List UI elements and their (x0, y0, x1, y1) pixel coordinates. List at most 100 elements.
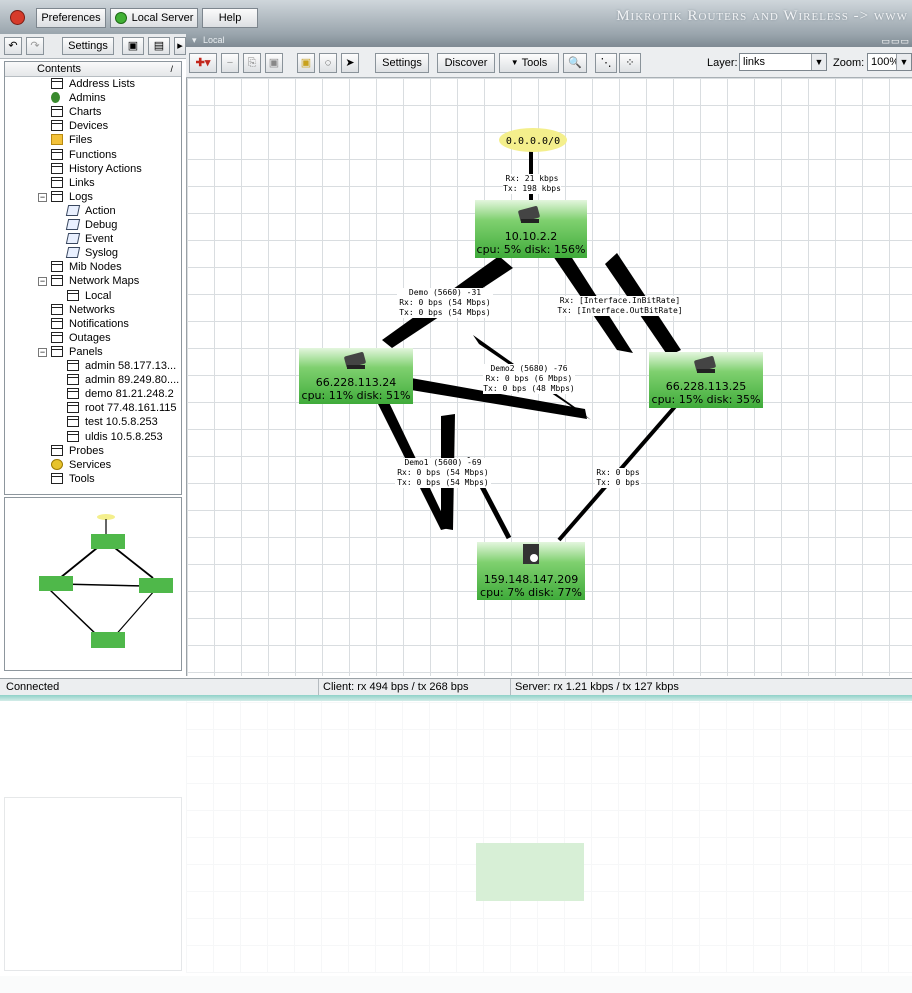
node-ip: 159.148.147.209 (484, 573, 578, 586)
tree-item-label: admin 58.177.13... (85, 360, 177, 372)
tree-item[interactable]: uldis 10.5.8.253 (5, 430, 181, 444)
redo-icon[interactable]: ↷ (26, 37, 44, 55)
tree-item[interactable]: Charts (5, 105, 181, 119)
tree-item-label: Network Maps (69, 275, 140, 288)
doc-icon (51, 331, 63, 343)
dropdown-arrow-icon: ▼ (896, 54, 911, 70)
link-label-line: Demo2 (5680) -76 (490, 364, 568, 373)
doc-icon (67, 402, 79, 414)
node-10-10-2-2[interactable]: 10.10.2.2 cpu: 5% disk: 156% (475, 200, 587, 258)
doc-icon (51, 190, 63, 202)
log-icon (65, 204, 81, 216)
export-icon[interactable]: ▤ (148, 37, 170, 55)
collapse-toggle-icon[interactable]: − (38, 192, 47, 202)
doc-icon (51, 317, 63, 329)
network-map-canvas[interactable]: 0.0.0.0/0 10.10.2.2 cpu: 5% disk: 156% 6… (186, 78, 912, 676)
tree-item[interactable]: Notifications (5, 317, 181, 331)
tree-item[interactable]: Action (5, 204, 181, 218)
tree-item[interactable]: Networks (5, 303, 181, 317)
tree-item[interactable]: Services (5, 458, 181, 472)
tree-item[interactable]: Links (5, 176, 181, 190)
doc-icon (67, 416, 79, 428)
tree-item[interactable]: − Logs (5, 190, 181, 204)
preferences-button[interactable]: Preferences (36, 8, 106, 28)
tree-item[interactable]: root 77.48.161.115 (5, 401, 181, 415)
link-label-line: Rx: 0 bps (54 Mbps) (397, 468, 489, 477)
import-icon[interactable]: ▣ (122, 37, 144, 55)
doc-icon (51, 444, 63, 456)
tree-item[interactable]: Mib Nodes (5, 260, 181, 274)
zoom-label: Zoom: (833, 57, 865, 69)
tree-item-label: Networks (69, 303, 115, 316)
collapse-toggle-icon[interactable]: − (38, 277, 47, 287)
tree-item-label: Devices (69, 120, 109, 133)
doc-icon (51, 303, 63, 315)
tree-item-label: Logs (69, 190, 93, 203)
tree-item[interactable]: Files (5, 133, 181, 147)
close-app-icon[interactable] (10, 10, 25, 25)
tree-item[interactable]: Local (5, 289, 181, 303)
link-label-line: Tx: [Interface.OutBitRate] (557, 306, 683, 315)
map-toolbar: ✚▾ − ⎘ ▣ ▣ ◌ ➤ Settings Discover ▼ Tools… (186, 47, 912, 78)
collapse-toggle-icon[interactable]: − (38, 347, 47, 357)
tree-item[interactable]: Outages (5, 331, 181, 345)
tree-item[interactable]: Admins (5, 91, 181, 105)
network-cloud[interactable]: 0.0.0.0/0 (499, 128, 567, 152)
tree-item[interactable]: Functions (5, 148, 181, 162)
map-tab-title: Local (203, 35, 225, 45)
add-icon[interactable]: ✚▾ (189, 53, 217, 73)
tree-item[interactable]: test 10.5.8.253 (5, 415, 181, 429)
align-icon[interactable]: ⋱ (595, 53, 617, 73)
paste-icon[interactable]: ▣ (265, 53, 283, 73)
remove-icon[interactable]: − (221, 53, 239, 73)
zoom-select[interactable]: 100% ▼ (867, 53, 912, 71)
tree-item[interactable]: − Panels (5, 345, 181, 359)
tree-header: Contents / (5, 62, 181, 77)
tree-item[interactable]: demo 81.21.248.2 (5, 387, 181, 401)
tree-item[interactable]: Devices (5, 119, 181, 133)
collapse-icon[interactable]: ▾ (186, 35, 197, 45)
doc-icon (51, 261, 63, 273)
tree-item[interactable]: admin 58.177.13... (5, 359, 181, 373)
copy-icon[interactable]: ⎘ (243, 53, 261, 73)
discover-button[interactable]: Discover (437, 53, 495, 73)
more-icon[interactable]: ▸ (174, 37, 186, 55)
pointer-icon[interactable]: ➤ (341, 53, 359, 73)
log-icon (65, 233, 81, 245)
map-overview[interactable] (4, 497, 182, 671)
tree-item[interactable]: Tools (5, 472, 181, 486)
contents-tree: Contents / Address Lists Admins Charts Devi… (4, 61, 182, 495)
tree-item[interactable]: admin 89.249.80.... (5, 373, 181, 387)
tools-menu-button[interactable]: ▼ Tools (499, 53, 559, 73)
map-settings-button[interactable]: Settings (375, 53, 429, 73)
doc-icon (51, 176, 63, 188)
settings-button[interactable]: Settings (62, 37, 114, 55)
layer-select[interactable]: links ▼ (739, 53, 827, 71)
tree-item[interactable]: Syslog (5, 246, 181, 260)
node-66-228-113-25[interactable]: 66.228.113.25 cpu: 15% disk: 35% (649, 352, 763, 408)
local-server-button[interactable]: Local Server (110, 8, 198, 28)
arrange-icon[interactable]: ⁘ (619, 53, 641, 73)
tree-item-label: Syslog (85, 247, 119, 260)
node-159-148-147-209[interactable]: 159.148.147.209 cpu: 7% disk: 77% (477, 542, 585, 600)
tree-item[interactable]: − Network Maps (5, 274, 181, 288)
tree-item[interactable]: Address Lists (5, 77, 181, 91)
lasso-icon[interactable]: ◌ (319, 53, 337, 73)
sort-icon: / (170, 64, 173, 74)
undo-icon[interactable]: ↶ (4, 37, 22, 55)
top-toolbar: Preferences Local Server Help Mikrotik R… (0, 0, 912, 34)
tree-item-label: Admins (69, 92, 106, 105)
tree-item[interactable]: Probes (5, 444, 181, 458)
node-66-228-113-24[interactable]: 66.228.113.24 cpu: 11% disk: 51% (299, 348, 413, 404)
lock-icon[interactable]: ▣ (297, 53, 315, 73)
link-label-demo1: Demo1 (5600) -69 Rx: 0 bps (54 Mbps) Tx:… (395, 458, 491, 488)
log-icon (65, 247, 81, 259)
tree-item-label: History Actions (69, 162, 142, 175)
doc-icon (51, 120, 63, 132)
tree-item[interactable]: Debug (5, 218, 181, 232)
tools-label: Tools (521, 57, 548, 69)
find-icon[interactable]: 🔍 (563, 53, 587, 73)
tree-item[interactable]: Event (5, 232, 181, 246)
tree-item[interactable]: History Actions (5, 162, 181, 176)
help-button[interactable]: Help (202, 8, 258, 28)
